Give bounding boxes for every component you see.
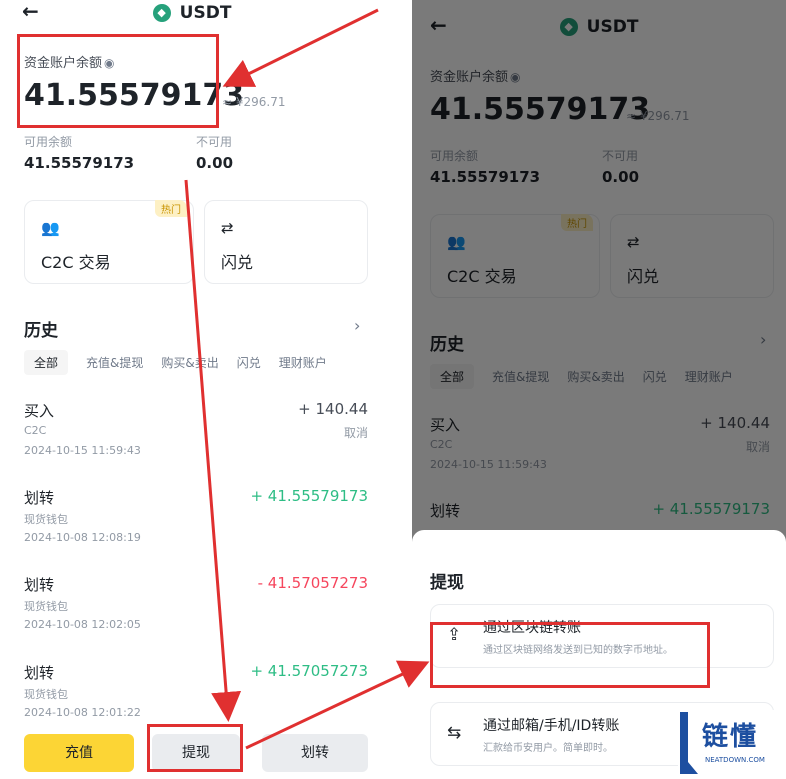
tx-name: 划转 xyxy=(24,576,55,594)
tx-sub: C2C xyxy=(24,424,47,437)
tx-status: 取消 xyxy=(343,426,368,440)
tx-sub: 现货钱包 xyxy=(24,600,68,613)
chevron-right-icon[interactable]: › xyxy=(354,316,360,335)
highlight-balance xyxy=(17,34,219,128)
history-tabs: 全部 充值&提现 购买&卖出 闪兑 理财账户 xyxy=(24,350,345,375)
logo-text: 链懂 xyxy=(702,722,759,752)
tx-time: 2024-10-08 12:01:22 xyxy=(24,706,141,719)
divider xyxy=(386,0,412,779)
highlight-withdraw xyxy=(147,724,243,772)
c2c-label: C2C 交易 xyxy=(41,253,111,272)
highlight-blockchain-option xyxy=(430,622,710,688)
tx-amount: - 41.57057273 xyxy=(257,574,368,592)
tx-amount: + 140.44 xyxy=(298,400,368,418)
deposit-button[interactable]: 充值 xyxy=(24,734,134,772)
users-icon: 👥 xyxy=(41,219,60,237)
logo-subtext: NEATDOWN.COM xyxy=(705,756,765,764)
tx-sub: 现货钱包 xyxy=(24,688,68,701)
transfer-user-icon: ⇆ xyxy=(447,723,462,743)
unavailable-label: 不可用 xyxy=(196,135,233,149)
tx-time: 2024-10-08 12:02:05 xyxy=(24,618,141,631)
available-label: 可用余额 xyxy=(24,135,73,149)
transfer-button[interactable]: 划转 xyxy=(262,734,368,772)
tab-deposit-withdraw[interactable]: 充值&提现 xyxy=(86,354,143,371)
logo-l-icon xyxy=(680,712,698,774)
tx-sub: 现货钱包 xyxy=(24,513,68,526)
swap-icon: ⇄ xyxy=(221,219,234,237)
transaction-row[interactable]: 买入 C2C 2024-10-15 11:59:43 + 140.44 取消 xyxy=(0,400,384,480)
unavailable-value: 0.00 xyxy=(196,154,234,172)
convert-label: 闪兑 xyxy=(221,253,254,272)
transaction-row[interactable]: 划转 现货钱包 2024-10-08 12:02:05 - 41.5705727… xyxy=(0,574,384,654)
tx-name: 买入 xyxy=(24,402,55,420)
tx-amount: + 41.55579173 xyxy=(250,487,368,505)
hot-badge: 热门 xyxy=(155,200,187,217)
usdt-coin-icon: ◆ xyxy=(152,3,171,22)
tx-amount: + 41.57057273 xyxy=(250,662,368,680)
tab-convert[interactable]: 闪兑 xyxy=(237,354,261,371)
history-title: 历史 xyxy=(24,321,58,341)
option-title: 通过邮箱/手机/ID转账 xyxy=(483,718,620,734)
sheet-title: 提现 xyxy=(430,573,464,593)
available-value: 41.55579173 xyxy=(24,154,135,172)
c2c-card[interactable]: 热门 👥 C2C 交易 xyxy=(24,200,194,284)
balance-fiat: ≈ ¥296.71 xyxy=(222,95,286,109)
page-title: USDT xyxy=(179,2,232,23)
convert-card[interactable]: ⇄ 闪兑 xyxy=(204,200,368,284)
transaction-row[interactable]: 划转 现货钱包 2024-10-08 12:08:19 + 41.5557917… xyxy=(0,487,384,567)
tab-buy-sell[interactable]: 购买&卖出 xyxy=(161,354,218,371)
tab-all[interactable]: 全部 xyxy=(24,350,69,375)
tx-name: 划转 xyxy=(24,664,55,682)
option-subtitle: 汇款给币安用户。简单即时。 xyxy=(483,743,613,754)
tx-name: 划转 xyxy=(24,489,55,507)
tab-earn[interactable]: 理财账户 xyxy=(279,354,327,371)
watermark-logo: 链懂 NEATDOWN.COM xyxy=(678,710,786,779)
tx-time: 2024-10-08 12:08:19 xyxy=(24,531,141,544)
tx-time: 2024-10-15 11:59:43 xyxy=(24,444,141,457)
top-bar: ← ◆ USDT xyxy=(0,0,384,26)
